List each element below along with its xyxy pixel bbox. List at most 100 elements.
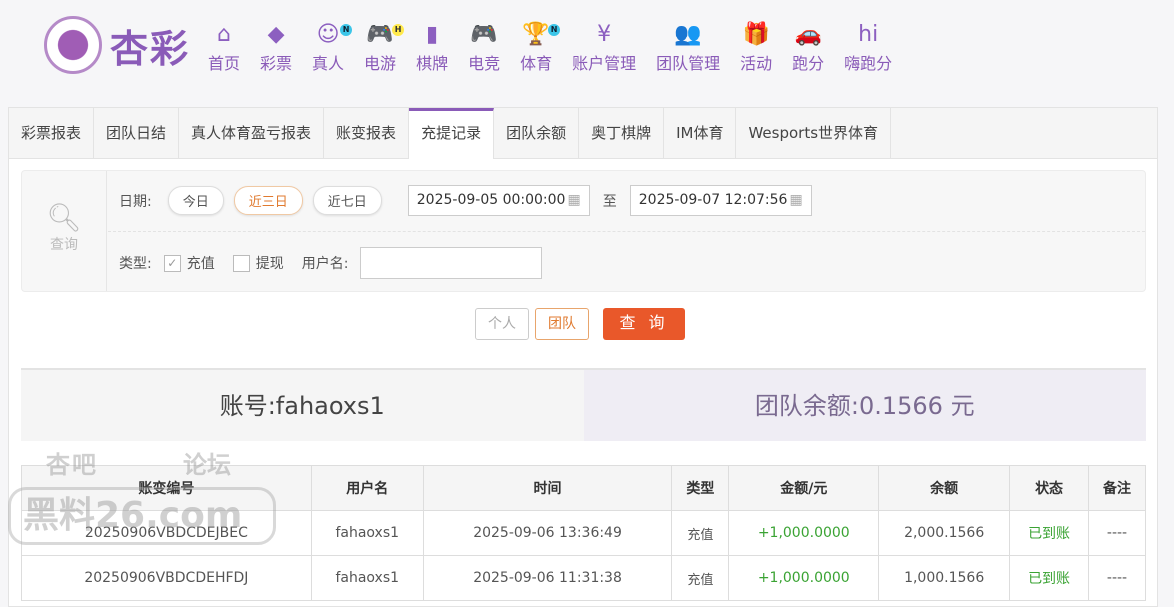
hi-icon: hi xyxy=(858,22,879,47)
nav-label: 嗨跑分 xyxy=(844,54,893,73)
column-header: 时间 xyxy=(422,465,673,511)
column-header: 金额/元 xyxy=(728,465,880,511)
action-buttons: 个人 团队 查 询 xyxy=(475,308,691,340)
logo-emblem-icon xyxy=(44,16,102,74)
tab-5[interactable]: 团队余额 xyxy=(494,108,580,158)
table-cell: +1,000.0000 xyxy=(728,510,880,556)
tab-0[interactable]: 彩票报表 xyxy=(9,108,95,158)
date-label: 日期: xyxy=(119,193,152,210)
logo[interactable]: 杏彩 xyxy=(44,16,190,74)
calendar-icon: ▦ xyxy=(789,192,803,208)
tab-2[interactable]: 真人体育盈亏报表 xyxy=(179,108,325,158)
tab-8[interactable]: Wesports世界体育 xyxy=(736,108,892,158)
search-button[interactable]: 查 询 xyxy=(603,308,685,340)
team-balance: 团队余额:0.1566 元 xyxy=(583,370,1146,441)
table-cell: 2,000.1566 xyxy=(878,510,1011,556)
nav-item-3[interactable]: 🎮 H 电游 xyxy=(354,22,406,74)
nav-badge: N xyxy=(340,24,353,36)
table-cell: 20250906VBDCDEHFDJ xyxy=(21,555,312,601)
deposit-checkbox[interactable]: ✓ xyxy=(163,254,181,272)
quick-3days[interactable]: 近三日 xyxy=(233,186,303,215)
header: 杏彩 ⌂ 首页 ◆ 彩票 ☺ N 真人 🎮 H 电游 ▮ 棋牌 🎮 电竞 🏆 N 体育 ¥ 账户管理 👥 团队管理 🎁 活动… xyxy=(0,0,1174,100)
report-panel: 彩票报表 团队日结 真人体育盈亏报表 账变报表 充提记录 团队余额 奥丁棋牌 IM体育 Wesp… xyxy=(8,107,1158,607)
quick-7days[interactable]: 近七日 xyxy=(312,186,382,215)
tab-7[interactable]: IM体育 xyxy=(664,108,737,158)
table-cell: 充值 xyxy=(671,510,730,556)
nav-label: 活动 xyxy=(740,54,773,73)
table-cell: 1,000.1566 xyxy=(878,555,1011,601)
table-cell: fahaoxs1 xyxy=(310,510,424,556)
nav-item-7[interactable]: ¥ 账户管理 xyxy=(562,22,646,74)
logo-text: 杏彩 xyxy=(110,26,191,71)
table-cell: 已到账 xyxy=(1009,510,1090,556)
nav-item-4[interactable]: ▮ 棋牌 xyxy=(406,22,458,74)
nav-label: 首页 xyxy=(208,54,241,73)
nav-badge: H xyxy=(392,24,405,36)
type-row: 类型: ✓ 充值 提现 用户名: xyxy=(119,247,543,279)
column-header: 账变编号 xyxy=(21,465,312,511)
filter-box: 🔍︎ 查询 日期: 今日 近三日 近七日 2025-09-05 00:00:00… xyxy=(21,170,1146,292)
home-icon: ⌂ xyxy=(217,22,231,47)
column-header: 类型 xyxy=(671,465,730,511)
deposit-label: 充值 xyxy=(186,256,215,272)
report-tabs: 彩票报表 团队日结 真人体育盈亏报表 账变报表 充提记录 团队余额 奥丁棋牌 IM体育 Wesp… xyxy=(9,108,1157,159)
date-row: 日期: 今日 近三日 近七日 2025-09-05 00:00:00 ▦ 至 20… xyxy=(119,185,812,216)
personal-button[interactable]: 个人 xyxy=(475,308,529,340)
username-input[interactable] xyxy=(360,247,543,279)
gift-icon: 🎁 xyxy=(742,22,770,47)
type-label: 类型: xyxy=(119,256,152,272)
nav-label: 团队管理 xyxy=(656,54,721,73)
nav-item-10[interactable]: 🚗 跑分 xyxy=(782,22,834,74)
column-header: 备注 xyxy=(1088,465,1146,511)
team-button[interactable]: 团队 xyxy=(535,308,589,340)
tab-3[interactable]: 账变报表 xyxy=(324,108,410,158)
nav-item-0[interactable]: ⌂ 首页 xyxy=(198,22,250,74)
nav-item-8[interactable]: 👥 团队管理 xyxy=(646,22,730,74)
end-date-value: 2025-09-07 12:07:56 xyxy=(638,192,788,208)
cards-icon: ▮ xyxy=(426,22,439,47)
nav-item-5[interactable]: 🎮 电竞 xyxy=(458,22,510,74)
nav-label: 真人 xyxy=(312,54,345,73)
tab-1[interactable]: 团队日结 xyxy=(94,108,180,158)
nav-item-11[interactable]: hi 嗨跑分 xyxy=(834,22,902,74)
yen-icon: ¥ xyxy=(597,22,612,47)
username-label: 用户名: xyxy=(301,256,349,272)
records-table: 账变编号 用户名 时间 类型 金额/元 余额 状态 备注 20250906VBDCDEJBEC… xyxy=(21,465,1146,601)
nav-label: 体育 xyxy=(520,54,553,73)
withdraw-label: 提现 xyxy=(255,256,284,272)
column-header: 用户名 xyxy=(310,465,424,511)
nav-item-2[interactable]: ☺ N 真人 xyxy=(302,22,354,74)
query-cell: 🔍︎ 查询 xyxy=(22,171,107,291)
table-cell: 充值 xyxy=(671,555,730,601)
nav-label: 账户管理 xyxy=(572,54,637,73)
start-date-input[interactable]: 2025-09-05 00:00:00 ▦ xyxy=(407,185,590,216)
tab-4[interactable]: 充提记录 xyxy=(409,108,495,159)
nav-label: 彩票 xyxy=(260,54,293,73)
quick-today[interactable]: 今日 xyxy=(167,186,224,215)
table-cell: 2025-09-06 13:36:49 xyxy=(422,510,673,556)
nav-item-9[interactable]: 🎁 活动 xyxy=(730,22,782,74)
nav-item-6[interactable]: 🏆 N 体育 xyxy=(510,22,562,74)
nav-label: 电竞 xyxy=(468,54,501,73)
live-dealer-icon: ☺ xyxy=(316,22,340,47)
account-name: 账号:fahaoxs1 xyxy=(21,370,584,441)
trophy-icon: 🏆 xyxy=(522,22,550,47)
table-row: 20250906VBDCDEHFDJ fahaoxs1 2025-09-06 11:… xyxy=(21,555,1146,601)
table-header: 账变编号 用户名 时间 类型 金额/元 余额 状态 备注 xyxy=(21,465,1146,511)
table-row: 20250906VBDCDEJBEC fahaoxs1 2025-09-06 13:… xyxy=(21,510,1146,556)
calendar-icon: ▦ xyxy=(567,192,581,208)
nav-label: 跑分 xyxy=(792,54,825,73)
table-cell: 已到账 xyxy=(1009,555,1090,601)
gamepad-icon: 🎮 xyxy=(366,22,394,47)
nav-item-1[interactable]: ◆ 彩票 xyxy=(250,22,302,74)
table-cell: +1,000.0000 xyxy=(728,555,880,601)
nav-label: 电游 xyxy=(364,54,397,73)
search-icon: 🔍︎ xyxy=(46,201,82,234)
table-cell: 2025-09-06 11:31:38 xyxy=(422,555,673,601)
withdraw-checkbox[interactable] xyxy=(232,254,250,272)
table-cell: fahaoxs1 xyxy=(310,555,424,601)
end-date-input[interactable]: 2025-09-07 12:07:56 ▦ xyxy=(629,185,812,216)
table-cell: ---- xyxy=(1088,555,1146,601)
table-cell: ---- xyxy=(1088,510,1146,556)
tab-6[interactable]: 奥丁棋牌 xyxy=(579,108,665,158)
